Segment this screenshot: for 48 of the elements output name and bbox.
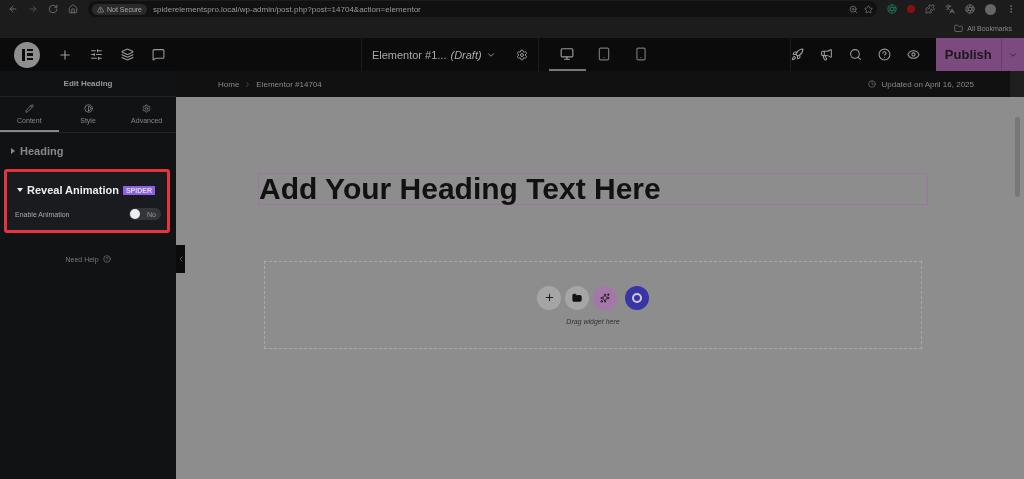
layers-icon[interactable] bbox=[121, 48, 134, 61]
back-icon[interactable] bbox=[8, 4, 18, 14]
forward-icon[interactable] bbox=[28, 4, 38, 14]
logo-icon[interactable] bbox=[14, 41, 40, 68]
plus-icon bbox=[543, 292, 555, 303]
megaphone-icon[interactable] bbox=[819, 48, 833, 61]
breadcrumb-link[interactable]: Elementor #14704 bbox=[256, 79, 322, 89]
gear-icon bbox=[142, 103, 152, 113]
zoom-icon[interactable] bbox=[849, 4, 858, 14]
caret-down-icon bbox=[17, 187, 23, 193]
breadcrumb-link[interactable]: Home bbox=[218, 79, 240, 89]
document-menu[interactable]: Elementor #1... (Draft) bbox=[361, 38, 506, 71]
ring-icon bbox=[632, 292, 642, 303]
bookmark-star-icon[interactable] bbox=[864, 4, 873, 14]
comment-icon[interactable] bbox=[152, 48, 165, 61]
plugin-button[interactable] bbox=[625, 285, 649, 310]
home-icon[interactable] bbox=[68, 4, 78, 14]
sliders-icon[interactable] bbox=[90, 48, 103, 61]
extension-icon[interactable] bbox=[887, 4, 897, 14]
add-icon[interactable] bbox=[58, 47, 72, 62]
url-text: spiderelementspro.local/wp-admin/post.php?post=14704&action=elementor bbox=[153, 4, 421, 14]
updated-text: Updated on April 16, 2025 bbox=[881, 79, 974, 89]
folder-icon bbox=[572, 292, 582, 303]
folder-icon bbox=[954, 23, 964, 33]
caret-right-icon bbox=[10, 148, 16, 154]
puzzle-icon[interactable] bbox=[925, 4, 935, 14]
reload-icon[interactable] bbox=[48, 4, 58, 14]
preview-icon[interactable] bbox=[906, 48, 920, 61]
chevron-icon bbox=[244, 80, 252, 88]
heading-text[interactable]: Add Your Heading Text Here bbox=[258, 173, 928, 205]
pencil-icon bbox=[24, 103, 34, 113]
clock-icon bbox=[868, 80, 877, 88]
add-section-button[interactable] bbox=[537, 285, 561, 310]
record-icon[interactable] bbox=[907, 5, 915, 13]
template-button[interactable] bbox=[565, 285, 589, 310]
mobile-icon bbox=[634, 46, 649, 61]
sparkles-icon bbox=[600, 292, 610, 303]
camera-icon[interactable] bbox=[965, 4, 975, 14]
translate-icon[interactable] bbox=[945, 4, 955, 14]
search-icon[interactable] bbox=[848, 48, 862, 61]
ai-button[interactable] bbox=[593, 285, 617, 310]
help-icon[interactable] bbox=[877, 48, 891, 61]
avatar-icon[interactable] bbox=[985, 3, 996, 15]
tablet-icon bbox=[597, 46, 612, 61]
rocket-icon[interactable] bbox=[790, 48, 804, 61]
desktop-icon bbox=[560, 46, 575, 61]
section-header[interactable]: Heading bbox=[0, 133, 176, 163]
contrast-icon bbox=[83, 103, 93, 113]
